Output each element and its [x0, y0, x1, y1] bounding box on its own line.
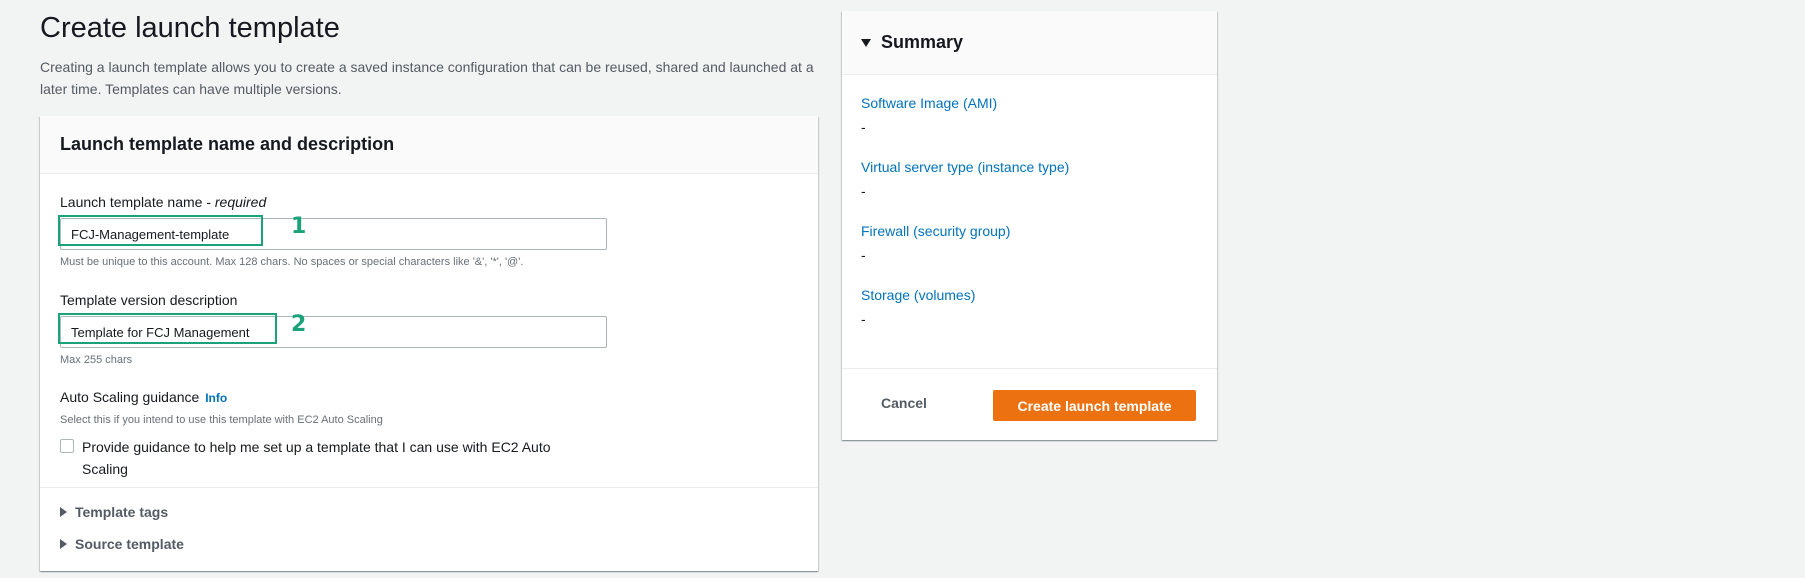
template-description-label: Template version description — [60, 292, 238, 308]
template-name-value: FCJ-Management-template — [71, 226, 230, 242]
auto-scaling-checkbox-label[interactable]: Provide guidance to help me set up a tem… — [82, 436, 582, 480]
auto-scaling-checkbox[interactable] — [60, 439, 74, 453]
auto-scaling-checkbox-row[interactable]: Provide guidance to help me set up a tem… — [60, 436, 620, 480]
annotation-number-1: 1 — [291, 214, 307, 239]
summary-item-ami: Software Image (AMI) - — [861, 93, 997, 135]
summary-item-instance-type: Virtual server type (instance type) - — [861, 157, 1069, 199]
summary-title: Summary — [881, 32, 964, 52]
cancel-button[interactable]: Cancel — [881, 395, 927, 411]
caret-down-icon — [861, 38, 871, 47]
caret-right-icon — [60, 539, 67, 549]
create-launch-template-page: Create launch template Creating a launch… — [0, 0, 1805, 578]
summary-panel: Summary Software Image (AMI) - Virtual s… — [842, 11, 1217, 440]
template-description-field: Template version description Template fo… — [60, 290, 620, 368]
auto-scaling-guidance: Auto Scaling guidance Info Select this i… — [60, 387, 620, 480]
template-description-input[interactable]: Template for FCJ Management — [60, 316, 607, 348]
panel-divider — [40, 487, 818, 488]
caret-right-icon — [60, 507, 67, 517]
launch-template-name-panel: Launch template name and description Lau… — [40, 116, 818, 571]
summary-value-instance-type: - — [861, 183, 866, 199]
info-link[interactable]: Info — [205, 391, 227, 405]
auto-scaling-hint: Select this if you intend to use this te… — [60, 414, 383, 426]
required-label: required — [214, 194, 267, 210]
page-header: Create launch template Creating a launch… — [40, 10, 820, 100]
annotation-number-2: 2 — [291, 312, 307, 337]
auto-scaling-label: Auto Scaling guidance Info — [60, 389, 228, 405]
summary-link-instance-type[interactable]: Virtual server type (instance type) — [861, 157, 1069, 177]
template-tags-label: Template tags — [75, 504, 169, 520]
summary-header[interactable]: Summary — [842, 11, 1217, 75]
page-description: Creating a launch template allows you to… — [40, 59, 814, 97]
summary-link-ami[interactable]: Software Image (AMI) — [861, 93, 997, 113]
source-template-expander[interactable]: Source template — [60, 536, 184, 552]
create-launch-template-button[interactable]: Create launch template — [993, 390, 1196, 421]
template-tags-expander[interactable]: Template tags — [60, 504, 168, 520]
summary-item-storage: Storage (volumes) - — [861, 285, 975, 327]
summary-link-security-group[interactable]: Firewall (security group) — [861, 221, 1010, 241]
summary-footer-divider — [842, 368, 1217, 369]
panel-header: Launch template name and description — [40, 116, 818, 174]
template-description-value: Template for FCJ Management — [71, 324, 250, 340]
summary-item-security-group: Firewall (security group) - — [861, 221, 1010, 263]
panel-title: Launch template name and description — [60, 134, 395, 154]
template-name-hint: Must be unique to this account. Max 128 … — [60, 256, 524, 268]
summary-value-ami: - — [861, 119, 866, 135]
source-template-label: Source template — [75, 536, 184, 552]
summary-value-security-group: - — [861, 247, 866, 263]
summary-link-storage[interactable]: Storage (volumes) — [861, 285, 975, 305]
summary-value-storage: - — [861, 311, 866, 327]
template-name-input[interactable]: FCJ-Management-template — [60, 218, 607, 250]
template-description-hint: Max 255 chars — [60, 354, 133, 366]
template-name-field: Launch template name - required FCJ-Mana… — [60, 192, 620, 270]
template-name-label: Launch template name - required — [60, 194, 267, 210]
page-title: Create launch template — [40, 12, 340, 44]
